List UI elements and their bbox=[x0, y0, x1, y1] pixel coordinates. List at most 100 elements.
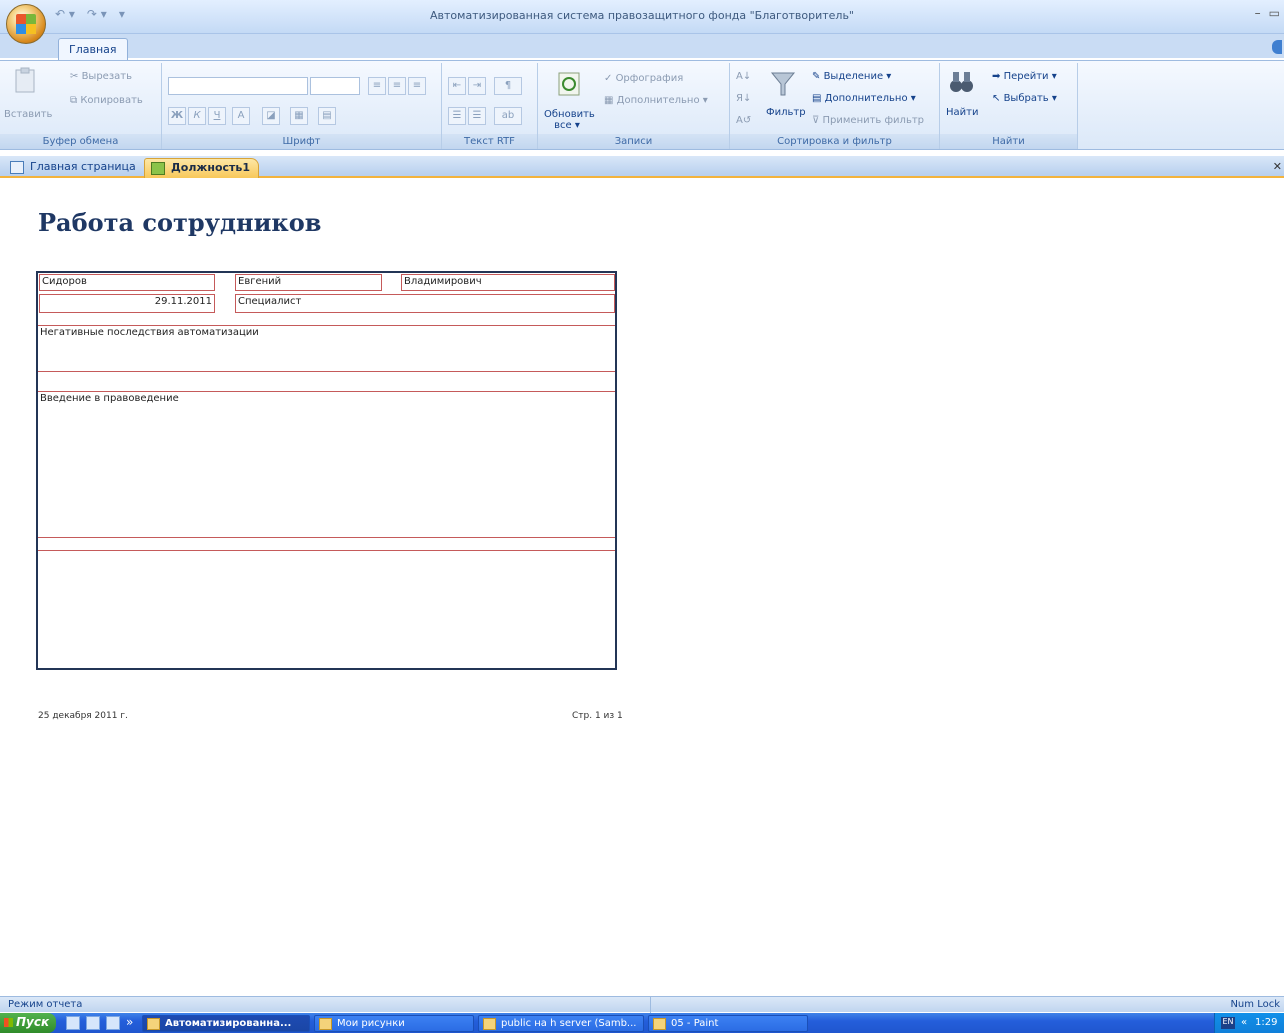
font-color-button[interactable]: A bbox=[232, 107, 250, 125]
align-left-icon[interactable]: ≡ bbox=[368, 77, 386, 95]
help-icon[interactable] bbox=[1272, 40, 1282, 54]
gridlines-icon[interactable]: ▦ bbox=[290, 107, 308, 125]
taskbar-item-pictures[interactable]: Мои рисунки bbox=[314, 1015, 474, 1032]
group-clipboard: Вставить ✂ Вырезать ⧉ Копировать Буфер о… bbox=[0, 63, 162, 149]
report-title: Работа сотрудников bbox=[38, 208, 322, 237]
taskbar-item-samba-label: public на h server (Samb... bbox=[501, 1018, 637, 1029]
bold-button[interactable]: Ж bbox=[168, 107, 186, 125]
alt-fill-icon[interactable]: ▤ bbox=[318, 107, 336, 125]
position-field: Специалист bbox=[235, 294, 615, 313]
paint-icon bbox=[653, 1018, 666, 1030]
cut-button[interactable]: ✂ Вырезать bbox=[70, 71, 132, 82]
topic-field-2: Введение в правоведение bbox=[38, 391, 615, 538]
taskbar: Пуск » Автоматизированна... Мои рисунки … bbox=[0, 1013, 1284, 1033]
tray-expand-icon[interactable]: « bbox=[1241, 1017, 1247, 1028]
quicklaunch-desktop-icon[interactable] bbox=[66, 1016, 80, 1030]
report-icon bbox=[151, 162, 165, 175]
system-tray: EN « 1:29 bbox=[1214, 1013, 1284, 1033]
apply-filter-label: Применить фильтр bbox=[822, 115, 925, 126]
folder-icon bbox=[319, 1018, 332, 1030]
report-footer-date: 25 декабря 2011 г. bbox=[38, 711, 128, 721]
font-size-combo[interactable] bbox=[310, 77, 360, 95]
group-label-find: Найти bbox=[940, 134, 1077, 149]
taskbar-item-paint-label: 05 - Paint bbox=[671, 1018, 719, 1029]
advanced-filter-button[interactable]: ▤ Дополнительно ▾ bbox=[812, 93, 916, 104]
refresh-label: Обновить bbox=[544, 109, 595, 120]
tab-position1-label: Должность1 bbox=[171, 161, 251, 174]
last-name-field: Сидоров bbox=[39, 274, 215, 291]
tab-home[interactable]: Главная bbox=[58, 38, 128, 62]
indent-increase-icon[interactable]: ⇥ bbox=[468, 77, 486, 95]
fill-color-icon[interactable]: ◪ bbox=[262, 107, 280, 125]
group-label-sort: Сортировка и фильтр bbox=[730, 134, 939, 149]
language-indicator[interactable]: EN bbox=[1221, 1017, 1235, 1029]
refresh-icon bbox=[558, 72, 580, 96]
paste-icon bbox=[15, 67, 35, 93]
tab-main-page-label: Главная страница bbox=[30, 160, 136, 173]
network-folder-icon bbox=[483, 1018, 496, 1030]
start-button[interactable]: Пуск bbox=[0, 1013, 56, 1033]
topic-field-1: Негативные последствия автоматизации bbox=[38, 325, 615, 372]
group-label-font: Шрифт bbox=[162, 134, 441, 149]
separator-line bbox=[38, 550, 615, 551]
ribbon-tab-row bbox=[0, 34, 1284, 58]
office-button[interactable] bbox=[6, 4, 46, 44]
apply-filter-button[interactable]: ⊽ Применить фильтр bbox=[812, 115, 924, 126]
status-bar: Режим отчета Num Lock bbox=[0, 996, 1284, 1013]
filter-icon bbox=[770, 72, 796, 96]
selection-label: Выделение ▾ bbox=[823, 71, 892, 82]
selection-button[interactable]: ✎ Выделение ▾ bbox=[812, 71, 891, 82]
sort-desc-icon[interactable]: Я↓ bbox=[736, 93, 751, 104]
maximize-button[interactable]: ▭ bbox=[1269, 6, 1280, 20]
status-mode: Режим отчета bbox=[8, 999, 83, 1010]
goto-button[interactable]: ➡ Перейти ▾ bbox=[992, 71, 1057, 82]
sort-asc-icon[interactable]: A↓ bbox=[736, 71, 751, 82]
underline-button[interactable]: Ч bbox=[208, 107, 226, 125]
records-more-button[interactable]: ▦ Дополнительно ▾ bbox=[604, 95, 708, 106]
paragraph-icon[interactable]: ¶ bbox=[494, 77, 522, 95]
close-document-icon[interactable]: ✕ bbox=[1273, 160, 1282, 173]
tab-main-page[interactable]: Главная страница bbox=[4, 158, 144, 178]
highlight-icon[interactable]: ab bbox=[494, 107, 522, 125]
report-footer-page: Стр. 1 из 1 bbox=[572, 711, 623, 721]
align-right-icon[interactable]: ≡ bbox=[408, 77, 426, 95]
taskbar-item-paint[interactable]: 05 - Paint bbox=[648, 1015, 808, 1032]
minimize-button[interactable]: – bbox=[1255, 6, 1261, 20]
numbered-list-icon[interactable]: ☰ bbox=[448, 107, 466, 125]
goto-label: Перейти ▾ bbox=[1003, 71, 1057, 82]
spelling-label: Орфография bbox=[615, 73, 684, 84]
refresh-all-button[interactable]: Обновить все ▾ bbox=[544, 109, 595, 131]
quicklaunch-app-icon[interactable] bbox=[106, 1016, 120, 1030]
window-title: Автоматизированная система правозащитног… bbox=[430, 9, 854, 22]
date-field: 29.11.2011 bbox=[39, 294, 215, 313]
select-button[interactable]: ↖ Выбрать ▾ bbox=[992, 93, 1057, 104]
font-name-combo[interactable] bbox=[168, 77, 308, 95]
group-sort-filter: A↓ Я↓ A↺ Фильтр ✎ Выделение ▾ ▤ Дополнит… bbox=[730, 63, 940, 149]
status-separator bbox=[650, 997, 651, 1013]
paste-button[interactable]: Вставить bbox=[4, 109, 52, 120]
spelling-button[interactable]: ✓ Орфография bbox=[604, 73, 683, 84]
quicklaunch-more[interactable]: » bbox=[126, 1015, 133, 1029]
bullet-list-icon[interactable]: ☰ bbox=[468, 107, 486, 125]
tab-position1[interactable]: Должность1 bbox=[144, 158, 260, 178]
first-name-field: Евгений bbox=[235, 274, 382, 291]
taskbar-item-samba[interactable]: public на h server (Samb... bbox=[478, 1015, 644, 1032]
window-controls: – ▭ bbox=[1255, 6, 1280, 20]
access-icon bbox=[147, 1018, 160, 1030]
title-bar: ↶ ▾ ↷ ▾ ▾ Автоматизированная система пра… bbox=[0, 0, 1284, 34]
indent-decrease-icon[interactable]: ⇤ bbox=[448, 77, 466, 95]
taskbar-item-access[interactable]: Автоматизированна... bbox=[142, 1015, 310, 1032]
align-center-icon[interactable]: ≡ bbox=[388, 77, 406, 95]
copy-button[interactable]: ⧉ Копировать bbox=[70, 95, 143, 106]
refresh-sub-label: все ▾ bbox=[554, 120, 580, 131]
taskbar-item-access-label: Автоматизированна... bbox=[165, 1018, 292, 1029]
group-label-records: Записи bbox=[538, 134, 729, 149]
filter-button[interactable]: Фильтр bbox=[766, 107, 806, 118]
italic-button[interactable]: К bbox=[188, 107, 206, 125]
find-button[interactable]: Найти bbox=[946, 107, 978, 118]
clock: 1:29 bbox=[1255, 1017, 1278, 1028]
group-rtf: ⇤ ⇥ ¶ ☰ ☰ ab Текст RTF bbox=[442, 63, 538, 149]
clear-sort-icon[interactable]: A↺ bbox=[736, 115, 751, 126]
quicklaunch-save-icon[interactable] bbox=[86, 1016, 100, 1030]
patronymic-field: Владимирович bbox=[401, 274, 615, 291]
